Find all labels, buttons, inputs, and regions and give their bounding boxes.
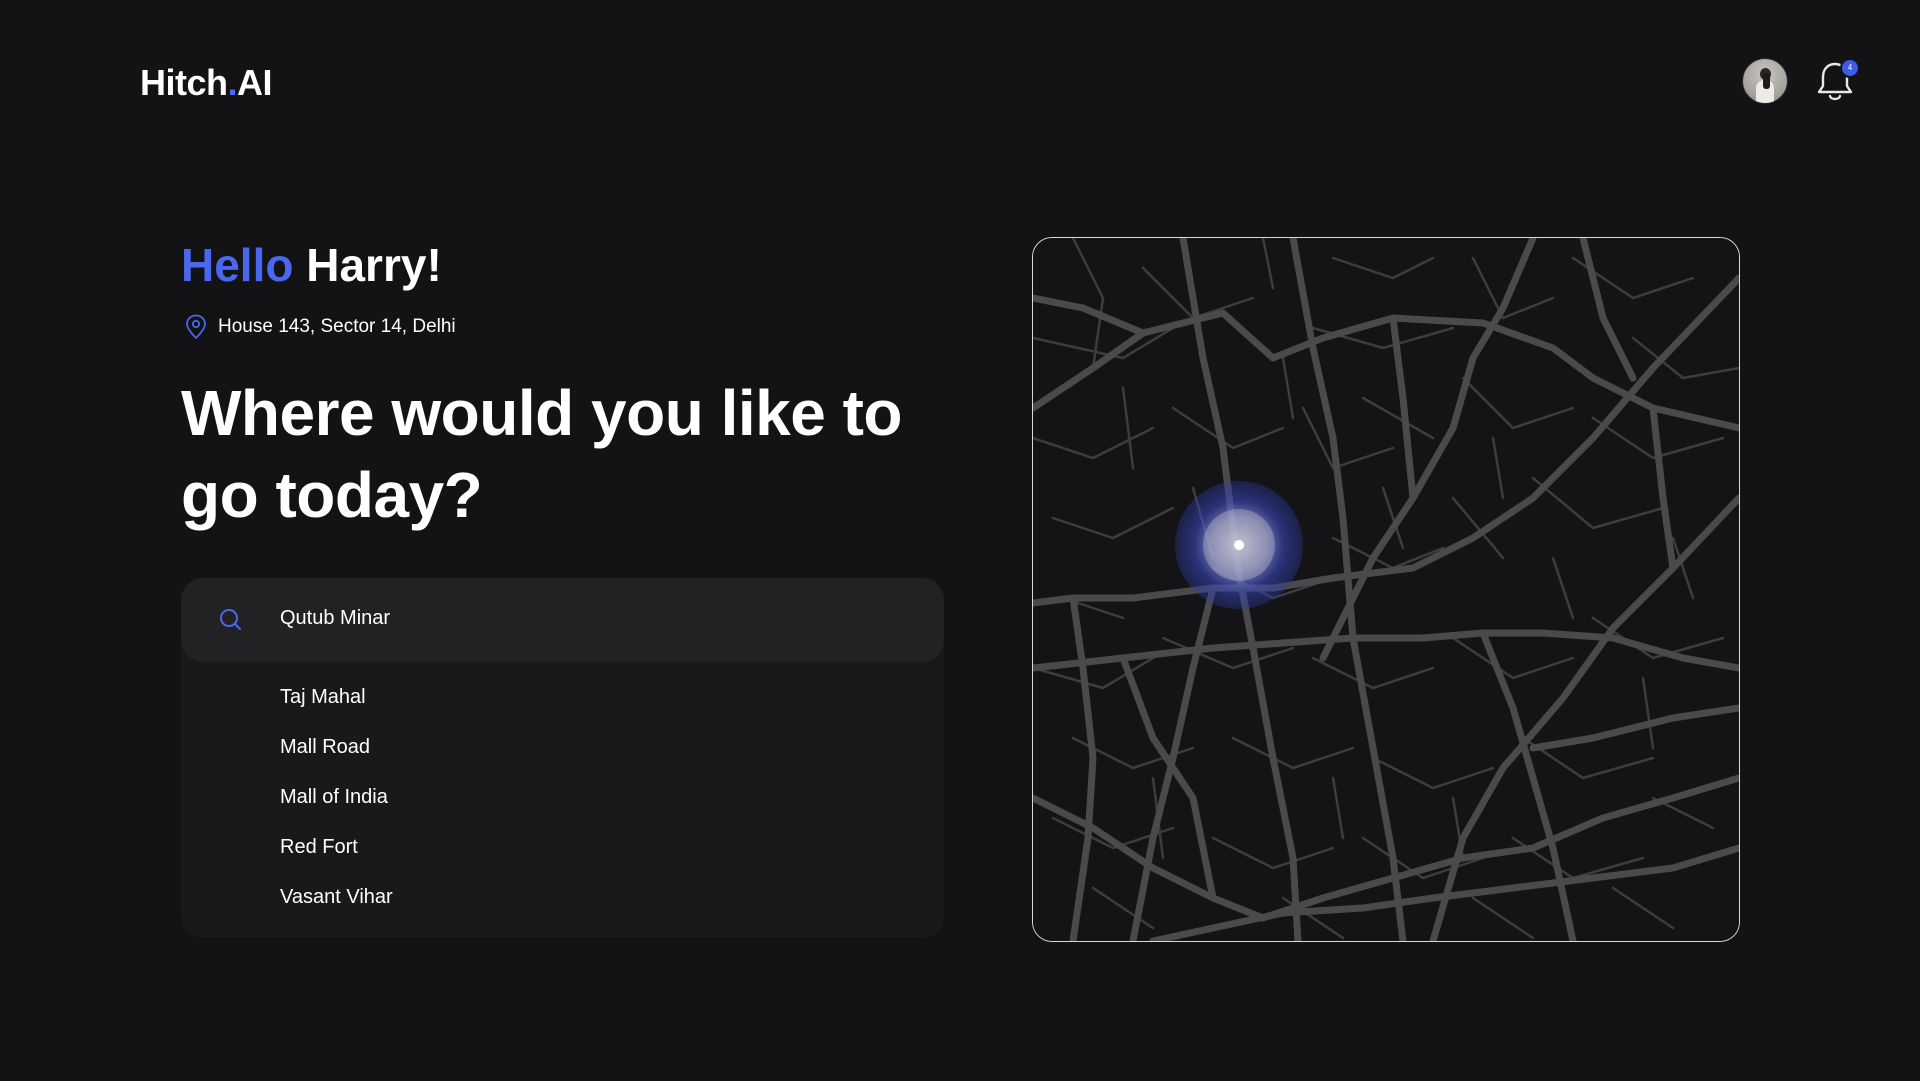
search-icon <box>220 609 241 630</box>
avatar-figure-hair <box>1763 73 1770 89</box>
user-avatar[interactable] <box>1742 58 1788 104</box>
current-location-marker <box>1175 481 1303 609</box>
greeting-name: Harry! <box>306 239 442 291</box>
page-headline: Where would you like to go today? <box>181 377 903 531</box>
location-pin-icon <box>186 314 206 339</box>
page: Hitch.AI 4 Hello Harry! House 143, Secto… <box>0 0 1920 1081</box>
app-logo[interactable]: Hitch.AI <box>140 62 273 104</box>
suggestion-list: Taj Mahal Mall Road Mall of India Red Fo… <box>280 685 393 935</box>
greeting-hello: Hello <box>181 239 294 291</box>
notification-badge: 4 <box>1840 58 1860 78</box>
logo-suffix: AI <box>237 62 273 103</box>
greeting: Hello Harry! <box>181 238 442 292</box>
search-value: Qutub Minar <box>280 607 391 629</box>
map-canvas <box>1033 238 1739 941</box>
current-address: House 143, Sector 14, Delhi <box>184 314 456 340</box>
logo-dot: . <box>227 62 238 103</box>
map-view[interactable] <box>1032 237 1740 942</box>
suggestion-item[interactable]: Mall Road <box>280 735 393 759</box>
address-text: House 143, Sector 14, Delhi <box>218 316 456 337</box>
logo-text: Hitch <box>140 62 228 103</box>
suggestion-item[interactable]: Vasant Vihar <box>280 885 393 909</box>
suggestion-item[interactable]: Taj Mahal <box>280 685 393 709</box>
suggestion-item[interactable]: Mall of India <box>280 785 393 809</box>
search-input[interactable]: Qutub Minar <box>181 578 944 662</box>
suggestion-item[interactable]: Red Fort <box>280 835 393 859</box>
search-panel: Qutub Minar Taj Mahal Mall Road Mall of … <box>181 578 944 938</box>
